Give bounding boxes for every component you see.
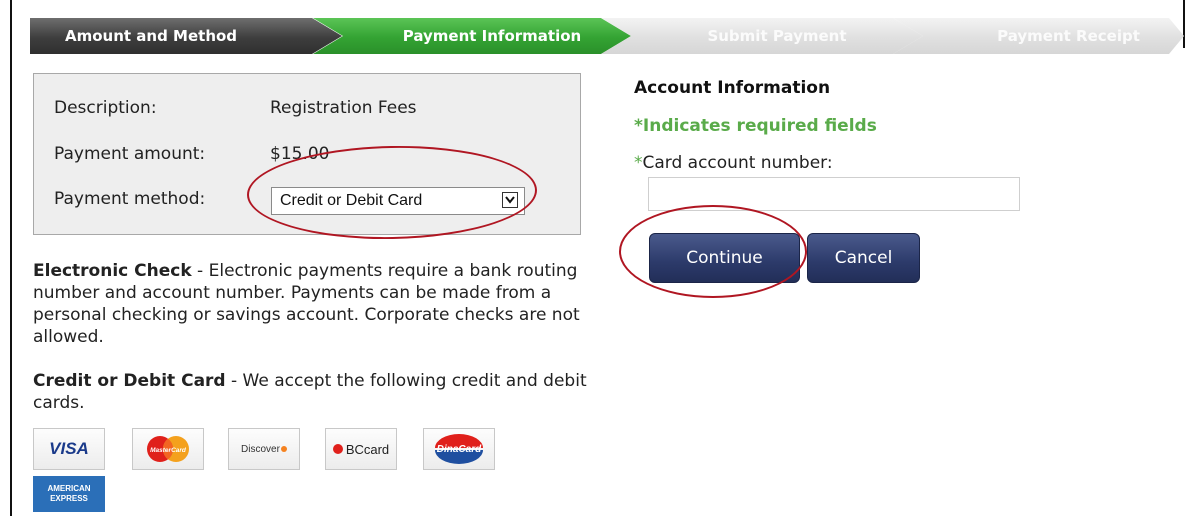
bccard-mark-icon [332,444,343,454]
step-label: Payment Information [402,27,582,45]
mastercard-text: MasterCard [150,447,187,454]
echeck-title: Electronic Check [33,261,192,281]
mastercard-logo: MasterCard [132,428,204,470]
progress-steps: Amount and Method Payment Information Su… [30,18,1184,54]
amex-logo: AMERICAN EXPRESS [33,476,105,512]
amount-label: Payment amount: [54,144,206,164]
visa-logo: VISA [33,428,105,470]
required-fields-note: *Indicates required fields [634,116,877,136]
highlight-oval-continue [619,205,807,298]
dinacard-logo: DinaCard [423,428,495,470]
step-amount-and-method: Amount and Method [30,18,342,54]
step-submit-payment: Submit Payment [601,18,923,54]
step-label: Payment Receipt [997,27,1140,45]
discover-logo: Discover [228,428,300,470]
accepted-cards: VISA MasterCard Discover BCcard DinaCard… [33,428,513,516]
dinacard-text: DinaCard [437,444,482,455]
required-star: * [634,153,643,173]
discover-dot-icon [280,446,287,452]
echeck-info: Electronic Check - Electronic payments r… [33,260,593,348]
step-label: Submit Payment [707,27,847,45]
step-label: Amount and Method [65,27,238,45]
card-number-label: *Card account number: [634,153,833,173]
cancel-button[interactable]: Cancel [807,233,920,283]
bccard-logo: BCcard [325,428,397,470]
frame-border-left [10,0,12,516]
description-label: Description: [54,98,157,118]
card-info: Credit or Debit Card - We accept the fol… [33,370,593,414]
amex-line2: EXPRESS [50,494,88,503]
card-title: Credit or Debit Card [33,371,226,391]
step-payment-receipt: Payment Receipt [893,18,1184,54]
description-value: Registration Fees [270,98,417,118]
account-info-title: Account Information [634,78,831,98]
amex-line1: AMERICAN [47,484,91,493]
step-payment-information: Payment Information [313,18,631,54]
method-label: Payment method: [54,189,206,209]
